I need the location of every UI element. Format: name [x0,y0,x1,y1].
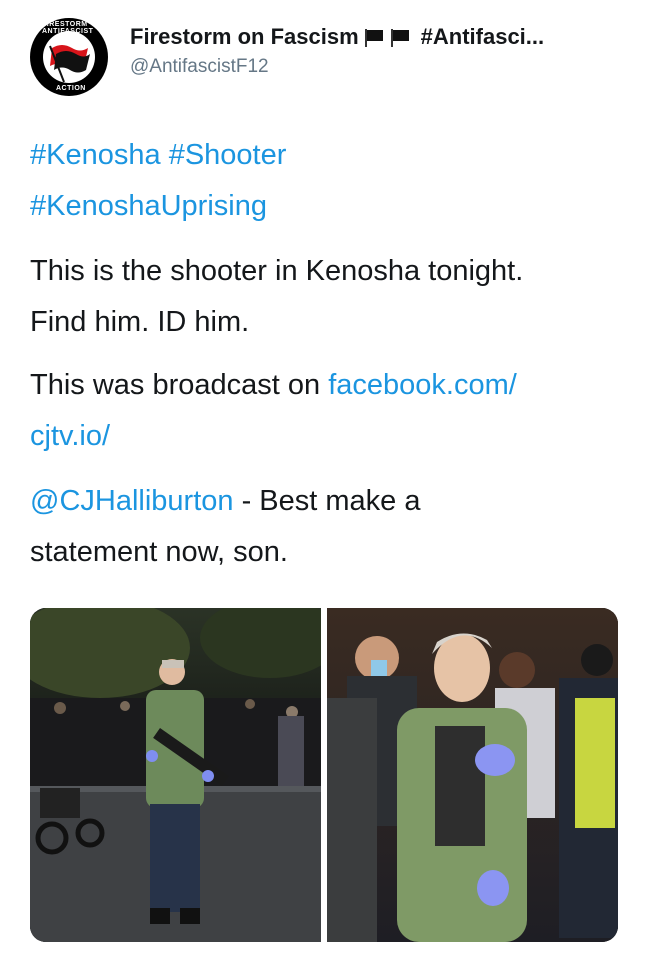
tweet-text-line: Find him. ID him. [30,306,250,338]
tweet-text-line: statement now, son. [30,536,288,568]
user-name-row[interactable]: Firestorm on Fascism #Antifasci... [130,22,544,52]
broadcast-text: This was broadcast on [30,369,329,401]
url-link[interactable]: cjtv.io/ [30,420,110,452]
url-link[interactable]: facebook.com/ [328,369,517,401]
photo-right[interactable] [327,608,618,942]
avatar[interactable]: FIRESTORM ANTIFASCIST ACTION [30,18,108,96]
tweet-card: FIRESTORM ANTIFASCIST ACTION Firestorm o… [0,0,648,960]
tweet-text-line: This was broadcast on facebook.com/ [30,360,517,411]
avatar-text-top: FIRESTORM ANTIFASCIST [42,21,94,35]
mention-suffix: - Best make a [233,485,421,517]
black-flag-icon [364,29,385,47]
closeup-photo [327,608,618,942]
photo-left[interactable] [30,608,321,942]
hashtag-link[interactable]: #Shooter [169,139,287,171]
hashtag-line-2: #KenoshaUprising [30,181,267,232]
display-name-suffix: #Antifasci... [420,24,545,49]
tweet-text-line: cjtv.io/ [30,411,110,462]
media-grid [30,608,618,942]
hashtag-link[interactable]: #KenoshaUprising [30,190,267,222]
display-name[interactable]: Firestorm on Fascism [130,24,359,50]
user-handle[interactable]: @AntifascistF12 [130,56,269,78]
avatar-text-bottom: ACTION [56,85,86,92]
tweet-text-line: This is the shooter in Kenosha tonight. [30,255,524,287]
tweet-text-line: @CJHalliburton - Best make a [30,476,420,527]
mention-link[interactable]: @CJHalliburton [30,485,234,517]
black-flag-icon [390,29,411,47]
street-scene-photo [30,608,321,942]
hashtag-link[interactable]: #Kenosha [30,139,161,171]
hashtag-line-1: #Kenosha #Shooter [30,130,286,181]
